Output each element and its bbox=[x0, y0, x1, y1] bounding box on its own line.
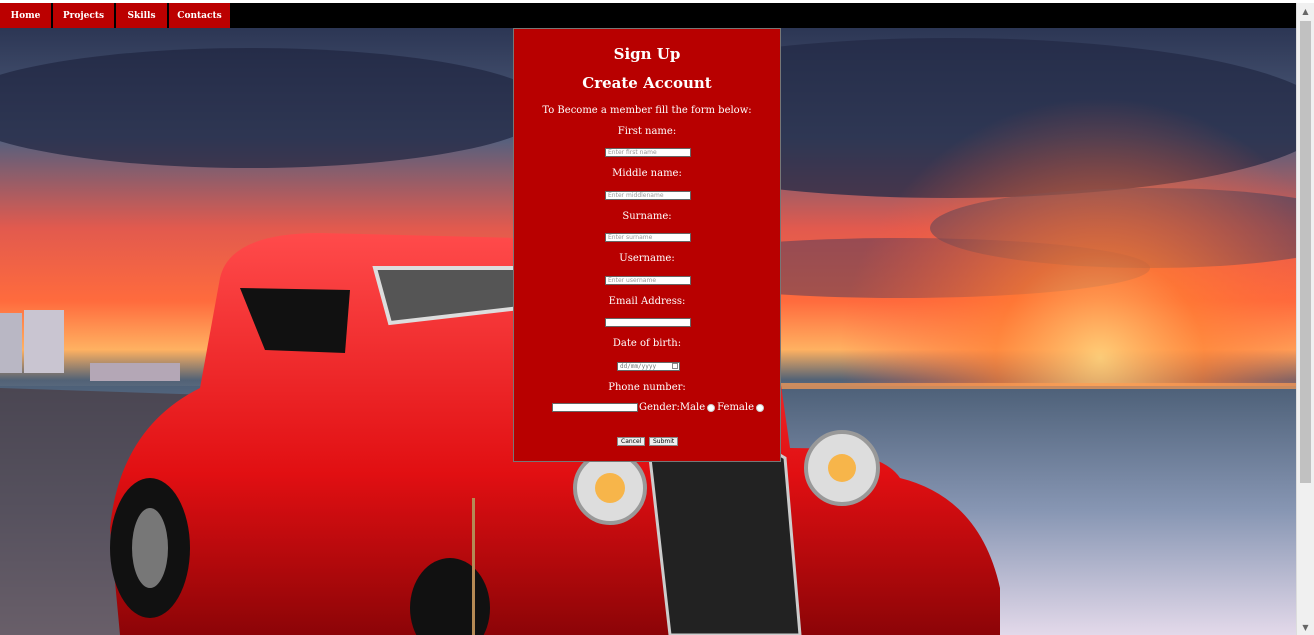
gender-female-label: Female bbox=[717, 402, 755, 413]
scroll-up-arrow-icon[interactable]: ▲ bbox=[1297, 3, 1314, 19]
gender-male-label: Gender:Male bbox=[639, 402, 706, 413]
nav-skills[interactable]: Skills bbox=[116, 3, 169, 28]
male-radio[interactable] bbox=[707, 403, 716, 412]
first-name-label: First name: bbox=[617, 126, 677, 137]
top-navbar: Home Projects Skills Contacts bbox=[0, 3, 1296, 28]
form-subtitle: Create Account bbox=[582, 74, 712, 92]
scroll-down-arrow-icon[interactable]: ▼ bbox=[1297, 619, 1314, 635]
nav-projects[interactable]: Projects bbox=[53, 3, 116, 28]
dob-input[interactable]: dd/mm/yyyy bbox=[617, 362, 680, 371]
signup-form-panel: Sign Up Create Account To Become a membe… bbox=[513, 28, 781, 462]
email-label: Email Address: bbox=[608, 296, 686, 307]
dob-label: Date of birth: bbox=[612, 338, 682, 349]
surname-input[interactable]: Enter surname bbox=[605, 233, 691, 242]
middle-name-label: Middle name: bbox=[612, 168, 682, 179]
surname-label: Surname: bbox=[622, 211, 672, 222]
email-input[interactable] bbox=[605, 318, 691, 327]
nav-home[interactable]: Home bbox=[0, 3, 53, 28]
female-radio[interactable] bbox=[756, 403, 765, 412]
username-label: Username: bbox=[619, 253, 675, 264]
middle-name-input[interactable]: Enter middlename bbox=[605, 191, 691, 200]
first-name-input[interactable]: Enter first name bbox=[605, 148, 691, 157]
cancel-button[interactable]: Cancel bbox=[617, 437, 646, 446]
phone-label: Phone number: bbox=[608, 382, 686, 393]
phone-input[interactable] bbox=[552, 403, 638, 412]
dob-value: dd/mm/yyyy bbox=[620, 363, 657, 370]
scrollbar-thumb[interactable] bbox=[1300, 21, 1311, 483]
form-title: Sign Up bbox=[613, 45, 681, 63]
form-intro: To Become a member fill the form below: bbox=[542, 105, 752, 116]
phone-gender-row: Gender:Male Female bbox=[552, 402, 766, 413]
page-scrollbar[interactable]: ▲ ▼ bbox=[1296, 3, 1314, 635]
calendar-icon[interactable] bbox=[672, 363, 678, 369]
nav-contacts[interactable]: Contacts bbox=[169, 3, 232, 28]
username-input[interactable]: Enter username bbox=[605, 276, 691, 285]
submit-button[interactable]: Submit bbox=[649, 437, 679, 446]
